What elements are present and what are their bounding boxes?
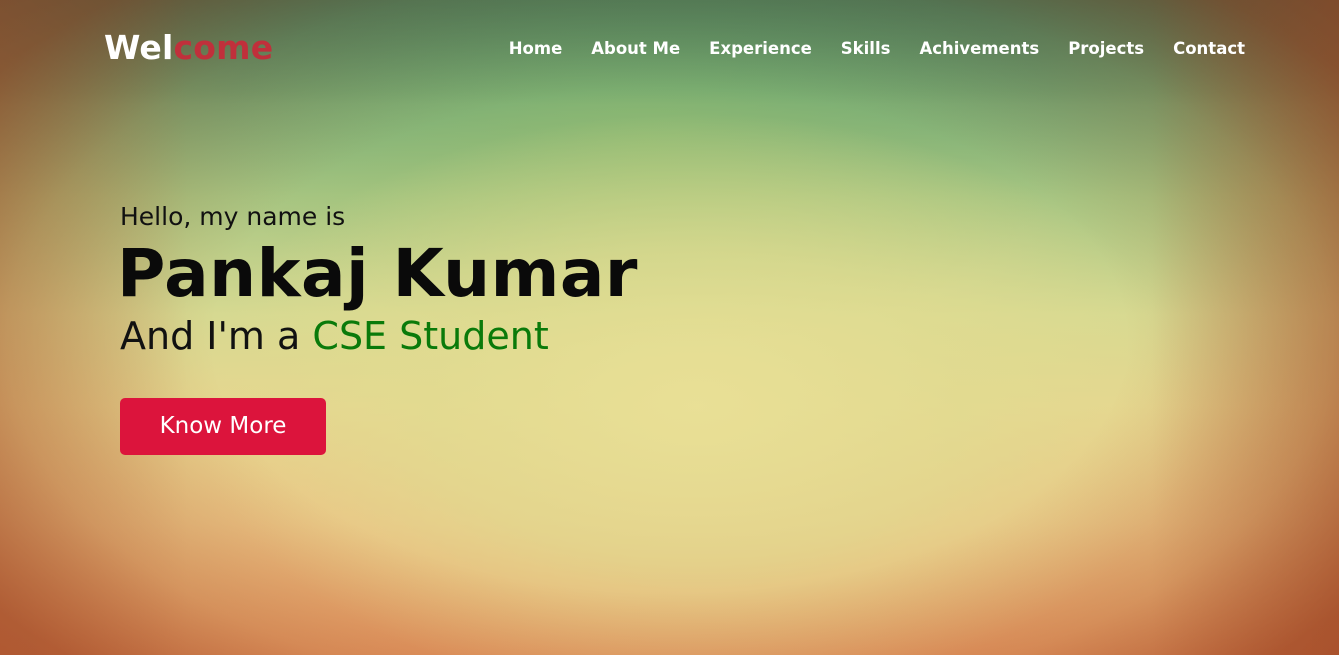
logo-text-accent: come [173, 28, 274, 67]
navbar: Welcome Home About Me Experience Skills … [0, 0, 1339, 98]
hero-section: Hello, my name is Pankaj Kumar And I'm a… [117, 200, 638, 360]
nav-item-experience[interactable]: Experience [709, 38, 812, 60]
hero-role: CSE Student [312, 314, 549, 358]
nav-item-achivements[interactable]: Achivements [919, 38, 1039, 60]
hero-name: Pankaj Kumar [117, 235, 638, 312]
nav-menu: Home About Me Experience Skills Achiveme… [509, 38, 1245, 60]
nav-item-about-me[interactable]: About Me [591, 38, 680, 60]
hero-greeting: Hello, my name is [120, 202, 346, 231]
know-more-button[interactable]: Know More [120, 398, 326, 455]
nav-item-home[interactable]: Home [509, 38, 563, 60]
nav-item-contact[interactable]: Contact [1173, 38, 1245, 60]
site-logo[interactable]: Welcome [104, 28, 273, 68]
nav-item-skills[interactable]: Skills [841, 38, 891, 60]
nav-item-projects[interactable]: Projects [1068, 38, 1144, 60]
hero-role-line: And I'm a CSE Student [120, 312, 638, 360]
hero-role-prefix: And I'm a [120, 314, 313, 358]
logo-text-primary: Wel [104, 28, 174, 67]
